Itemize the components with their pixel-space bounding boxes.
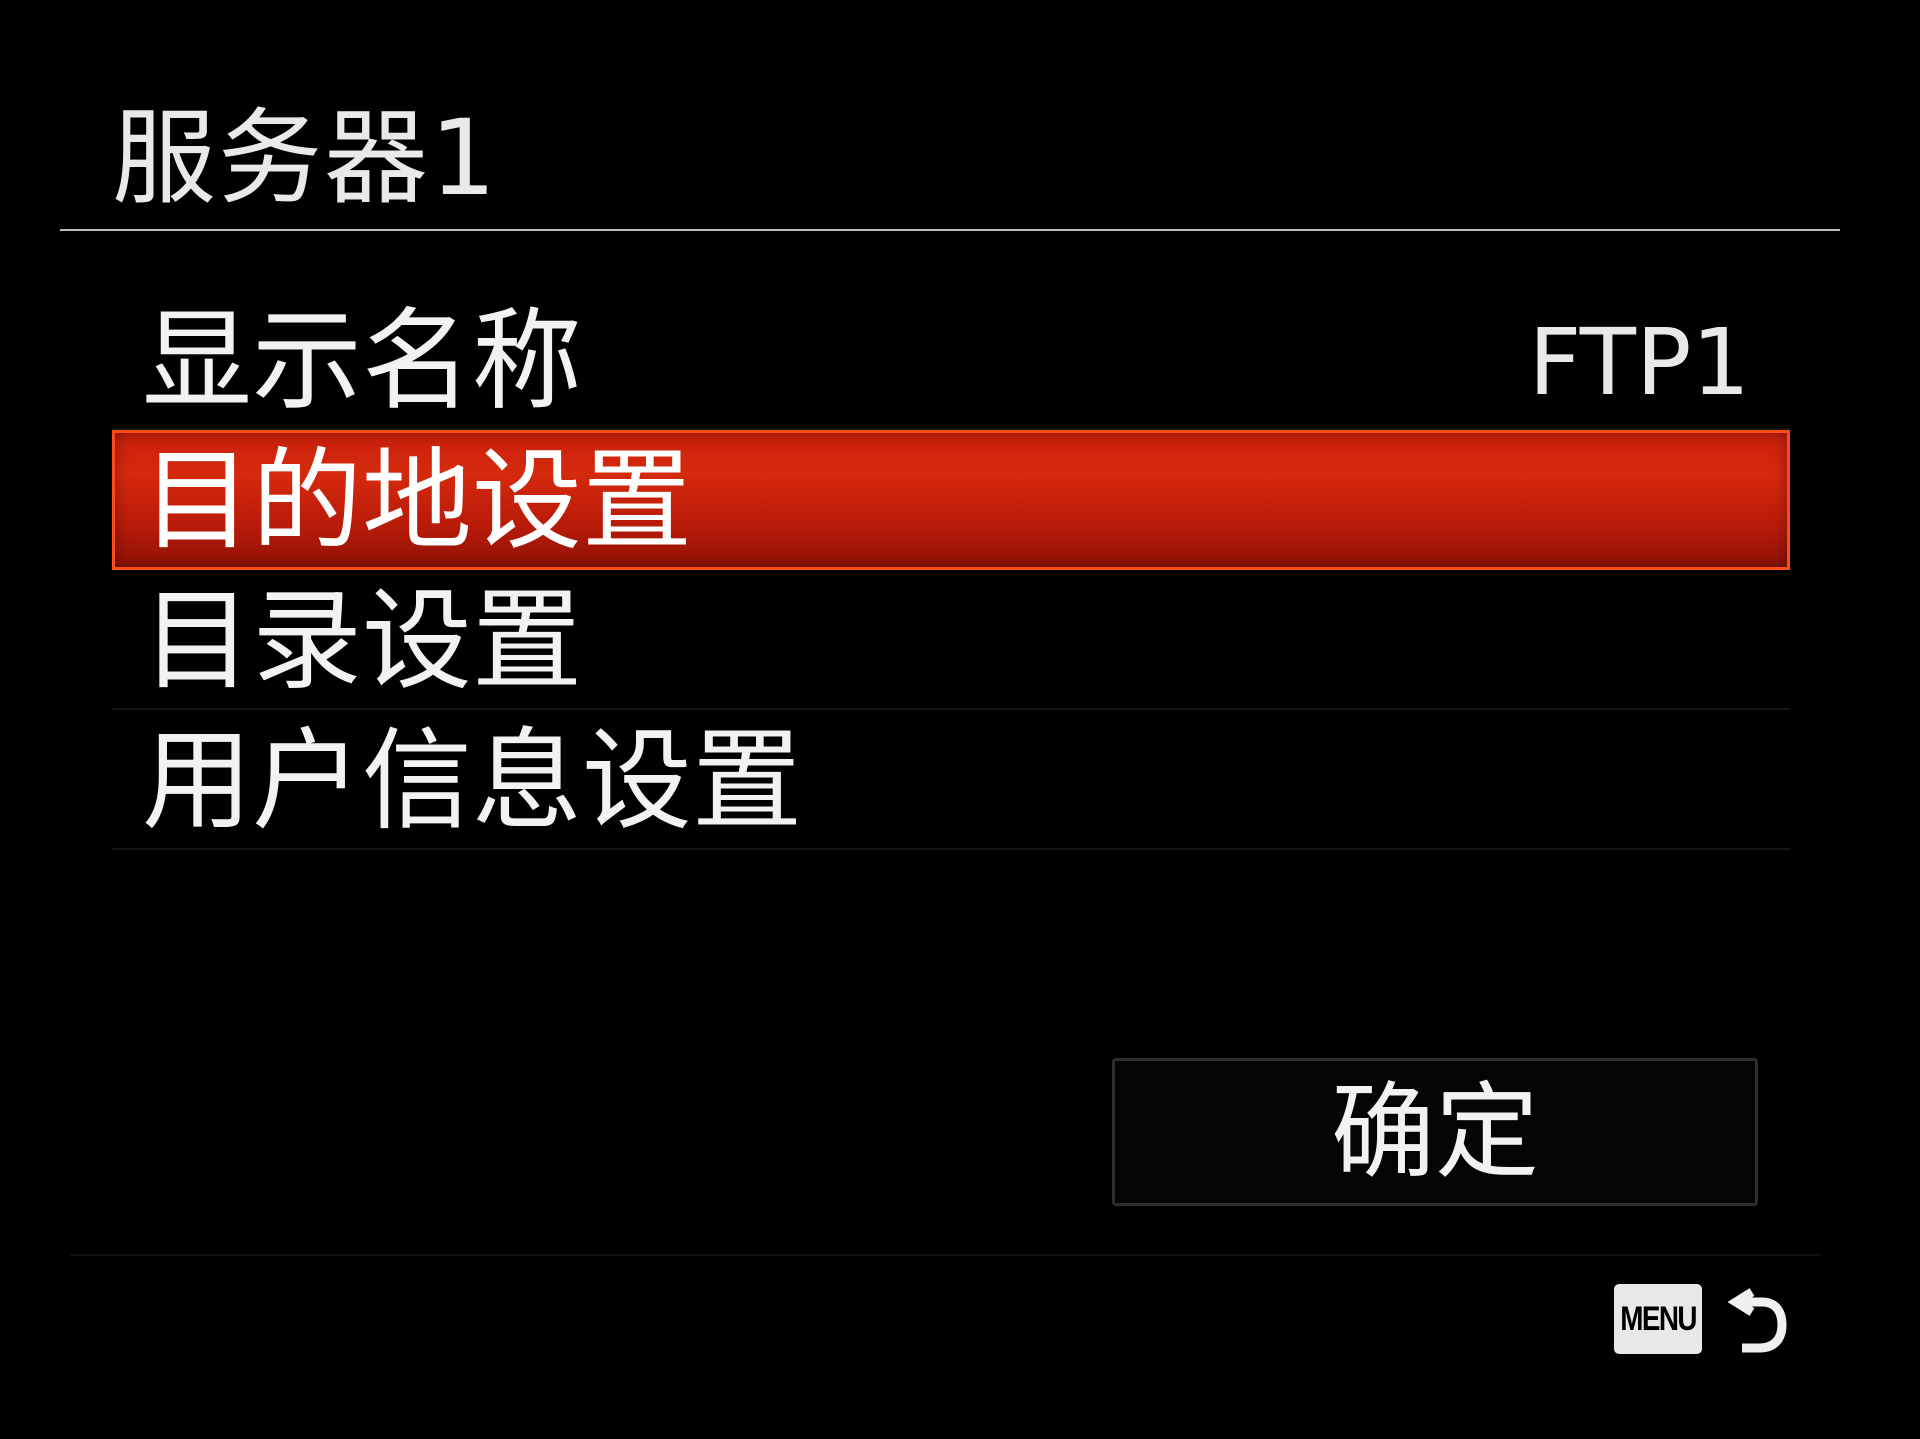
menu-item-user-info-settings[interactable]: 用户信息设置 xyxy=(112,710,1790,850)
settings-menu-list: 显示名称 FTP1 目的地设置 目录设置 用户信息设置 xyxy=(112,290,1790,850)
menu-item-directory-settings[interactable]: 目录设置 xyxy=(112,570,1790,710)
title-divider xyxy=(60,229,1840,231)
menu-item-label: 目录设置 xyxy=(142,577,582,705)
menu-item-value: FTP1 xyxy=(1528,309,1750,416)
camera-menu-screen: 服务器1 显示名称 FTP1 目的地设置 目录设置 用户信息设置 确定 MENU xyxy=(0,0,1920,1439)
confirm-button[interactable]: 确定 xyxy=(1112,1058,1758,1206)
menu-item-label: 用户信息设置 xyxy=(142,717,802,845)
confirm-button-label: 确定 xyxy=(1330,1071,1539,1193)
menu-item-label: 显示名称 xyxy=(142,297,582,425)
footer-divider xyxy=(70,1254,1820,1256)
return-arrow-icon[interactable] xyxy=(1722,1278,1788,1358)
menu-item-label: 目的地设置 xyxy=(142,437,692,565)
menu-item-destination-settings[interactable]: 目的地设置 xyxy=(112,430,1790,570)
menu-key-icon[interactable]: MENU xyxy=(1614,1284,1702,1354)
menu-item-display-name[interactable]: 显示名称 FTP1 xyxy=(112,290,1790,430)
menu-key-label: MENU xyxy=(1620,1299,1697,1338)
page-title: 服务器1 xyxy=(112,97,499,219)
